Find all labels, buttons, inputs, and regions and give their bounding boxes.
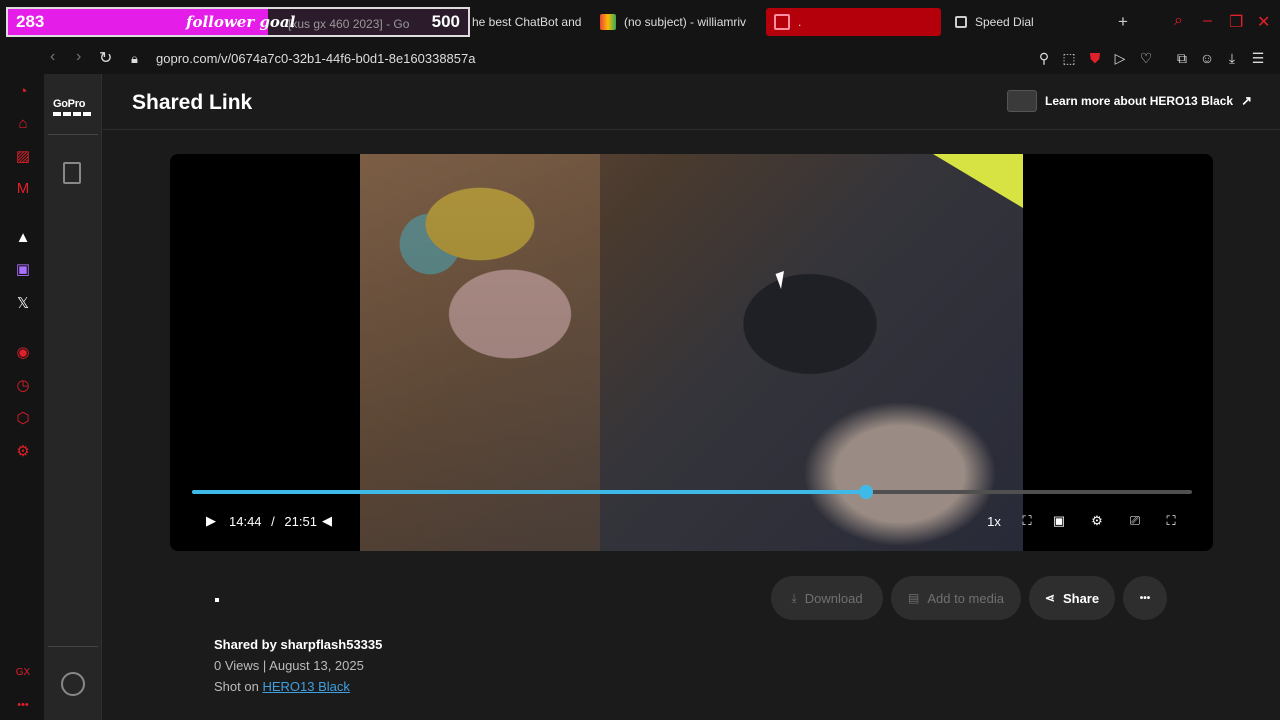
nav-divider [48,134,98,135]
video-frame-detail [933,154,1023,208]
views-date: 0 Views | August 13, 2025 [214,658,364,673]
media-icon: ▤ [908,591,920,605]
status-dot [215,598,219,602]
page-header: Shared Link Learn more about HERO13 Blac… [103,74,1280,130]
library-icon[interactable] [63,162,81,184]
gopro-nav: GoPro [44,74,102,720]
controller-icon[interactable]: ⌂ [14,115,32,133]
reload-icon[interactable]: ↻ [99,48,112,68]
browser-sidebar: ◔ ⌂ ▨ M ▲ ▣ 𝕏 ◉ ◷ ⬡ ⚙ GX ••• [0,74,44,720]
stabilization-icon[interactable]: ⛶ [1018,512,1036,530]
video-player[interactable]: ▶ 14:44 / 21:51 ◀ 1x ⛶ ▣ ⚙ ⎚ ⛶ [170,154,1213,551]
gopro-favicon-icon [774,14,790,30]
history-icon[interactable]: ◷ [14,377,32,395]
tab-gmail[interactable]: (no subject) - williamriv [600,8,756,36]
pin-icon[interactable]: ⚲ [1036,50,1052,66]
share-button[interactable]: ⋖ Share [1029,576,1115,620]
progress-handle[interactable] [859,485,873,499]
player-icon[interactable]: ◉ [14,344,32,362]
gopro-logo-mark [53,112,91,116]
mouse-cursor-icon [775,270,790,290]
speedometer-icon[interactable]: ◔ [14,83,32,101]
tab-title: Speed Dial [975,15,1034,29]
follower-goal-target: 500 [431,12,460,31]
settings-icon[interactable]: ⚙ [14,443,32,461]
playback-speed-button[interactable]: 1x [982,512,1006,530]
duration: 21:51 [284,514,317,529]
easy-setup-icon[interactable]: ☰ [1250,50,1266,66]
time-display: 14:44 / 21:51 [229,514,317,529]
back-icon[interactable]: ‹ [50,48,55,66]
progress-fill [192,490,866,494]
cast-icon[interactable]: ⎚ [1126,512,1144,530]
heart-icon[interactable]: ♡ [1138,50,1154,66]
follower-goal-overlay: 283 [xus gx 460 2023] - Go follower goal… [6,7,470,37]
tab-speed-dial[interactable]: Speed Dial [955,8,1095,36]
volume-icon[interactable]: ◀ [318,512,336,530]
twitch-icon[interactable]: ▣ [14,261,32,279]
account-icon[interactable]: ☺ [1199,50,1215,66]
learn-more-label: Learn more about HERO13 Black [1045,94,1234,108]
url-field[interactable]: gopro.com/v/0674a7c0-32b1-44f6-b0d1-8e16… [156,51,475,66]
maximize-icon[interactable]: ❐ [1229,12,1243,32]
minimize-icon[interactable]: – [1203,12,1212,30]
x-icon[interactable]: 𝕏 [14,295,32,313]
adblock-shield-icon[interactable]: ⛊ [1087,50,1103,66]
settings-gear-icon[interactable]: ⚙ [1088,512,1106,530]
user-avatar-icon[interactable] [61,672,85,696]
tab-title: he best ChatBot and W [472,15,582,29]
camera-link[interactable]: HERO13 Black [262,679,349,694]
gmail-side-icon[interactable]: M [14,180,32,198]
gopro-logo[interactable]: GoPro [53,98,85,110]
play-button[interactable]: ▶ [202,512,220,530]
shot-on: Shot on HERO13 Black [214,679,350,694]
tab-title-faded[interactable]: [xus gx 460 2023] - Go [288,17,409,31]
fullscreen-icon[interactable]: ⛶ [1162,512,1180,530]
share-icon: ⋖ [1044,591,1055,605]
more-options-button[interactable]: ••• [1123,576,1167,620]
gx-corner-icon[interactable]: ▨ [14,148,32,166]
snapshot-icon[interactable]: ⬚ [1061,50,1077,66]
forward-icon[interactable]: › [76,48,81,66]
progress-bar[interactable] [192,485,1192,499]
tab-active[interactable]: . [766,8,941,36]
play-icon[interactable]: ▷ [1112,50,1128,66]
hero-camera-icon [1007,90,1038,112]
follower-goal-label: follower goal [186,13,296,31]
follower-count: 283 [16,12,45,31]
add-to-media-button[interactable]: ▤ Add to media [891,576,1021,620]
address-bar: ‹ › ↻ 🔒︎ gopro.com/v/0674a7c0-32b1-44f6-… [0,44,1280,74]
lock-icon: 🔒︎ [131,51,138,66]
new-tab-plus-icon[interactable]: + [1118,8,1138,36]
nav-divider [48,646,98,647]
page-title: Shared Link [132,91,253,114]
aria-icon[interactable]: ▲ [14,229,32,247]
download-icon[interactable]: ⤓ [1224,50,1240,66]
download-icon: ⤓ [791,590,797,605]
more-side-icon[interactable]: ••• [14,696,32,714]
gmail-icon [600,14,616,30]
main-content: Shared Link Learn more about HERO13 Blac… [103,74,1280,720]
tab-bar: 283 [xus gx 460 2023] - Go follower goal… [0,0,1280,44]
speed-dial-icon [955,16,967,28]
shared-by: Shared by sharpflash53335 [214,637,383,652]
tab-search-icon[interactable]: ⌕ [1174,12,1183,30]
tab-title: (no subject) - williamriv [624,15,747,29]
close-icon[interactable]: ✕ [1257,12,1270,32]
tab-chatbot[interactable]: he best ChatBot and W [472,8,582,36]
gx-logo-icon: GX [15,667,31,678]
extensions-side-icon[interactable]: ⬡ [14,410,32,428]
current-time: 14:44 [229,514,262,529]
learn-more-link[interactable]: Learn more about HERO13 Black ↗ [1007,90,1252,112]
hdr-icon[interactable]: ▣ [1050,512,1068,530]
extensions-icon[interactable]: ⧉ [1174,50,1190,66]
tab-title: . [798,15,802,29]
external-link-icon: ↗ [1241,93,1252,108]
download-button[interactable]: ⤓ Download [771,576,883,620]
